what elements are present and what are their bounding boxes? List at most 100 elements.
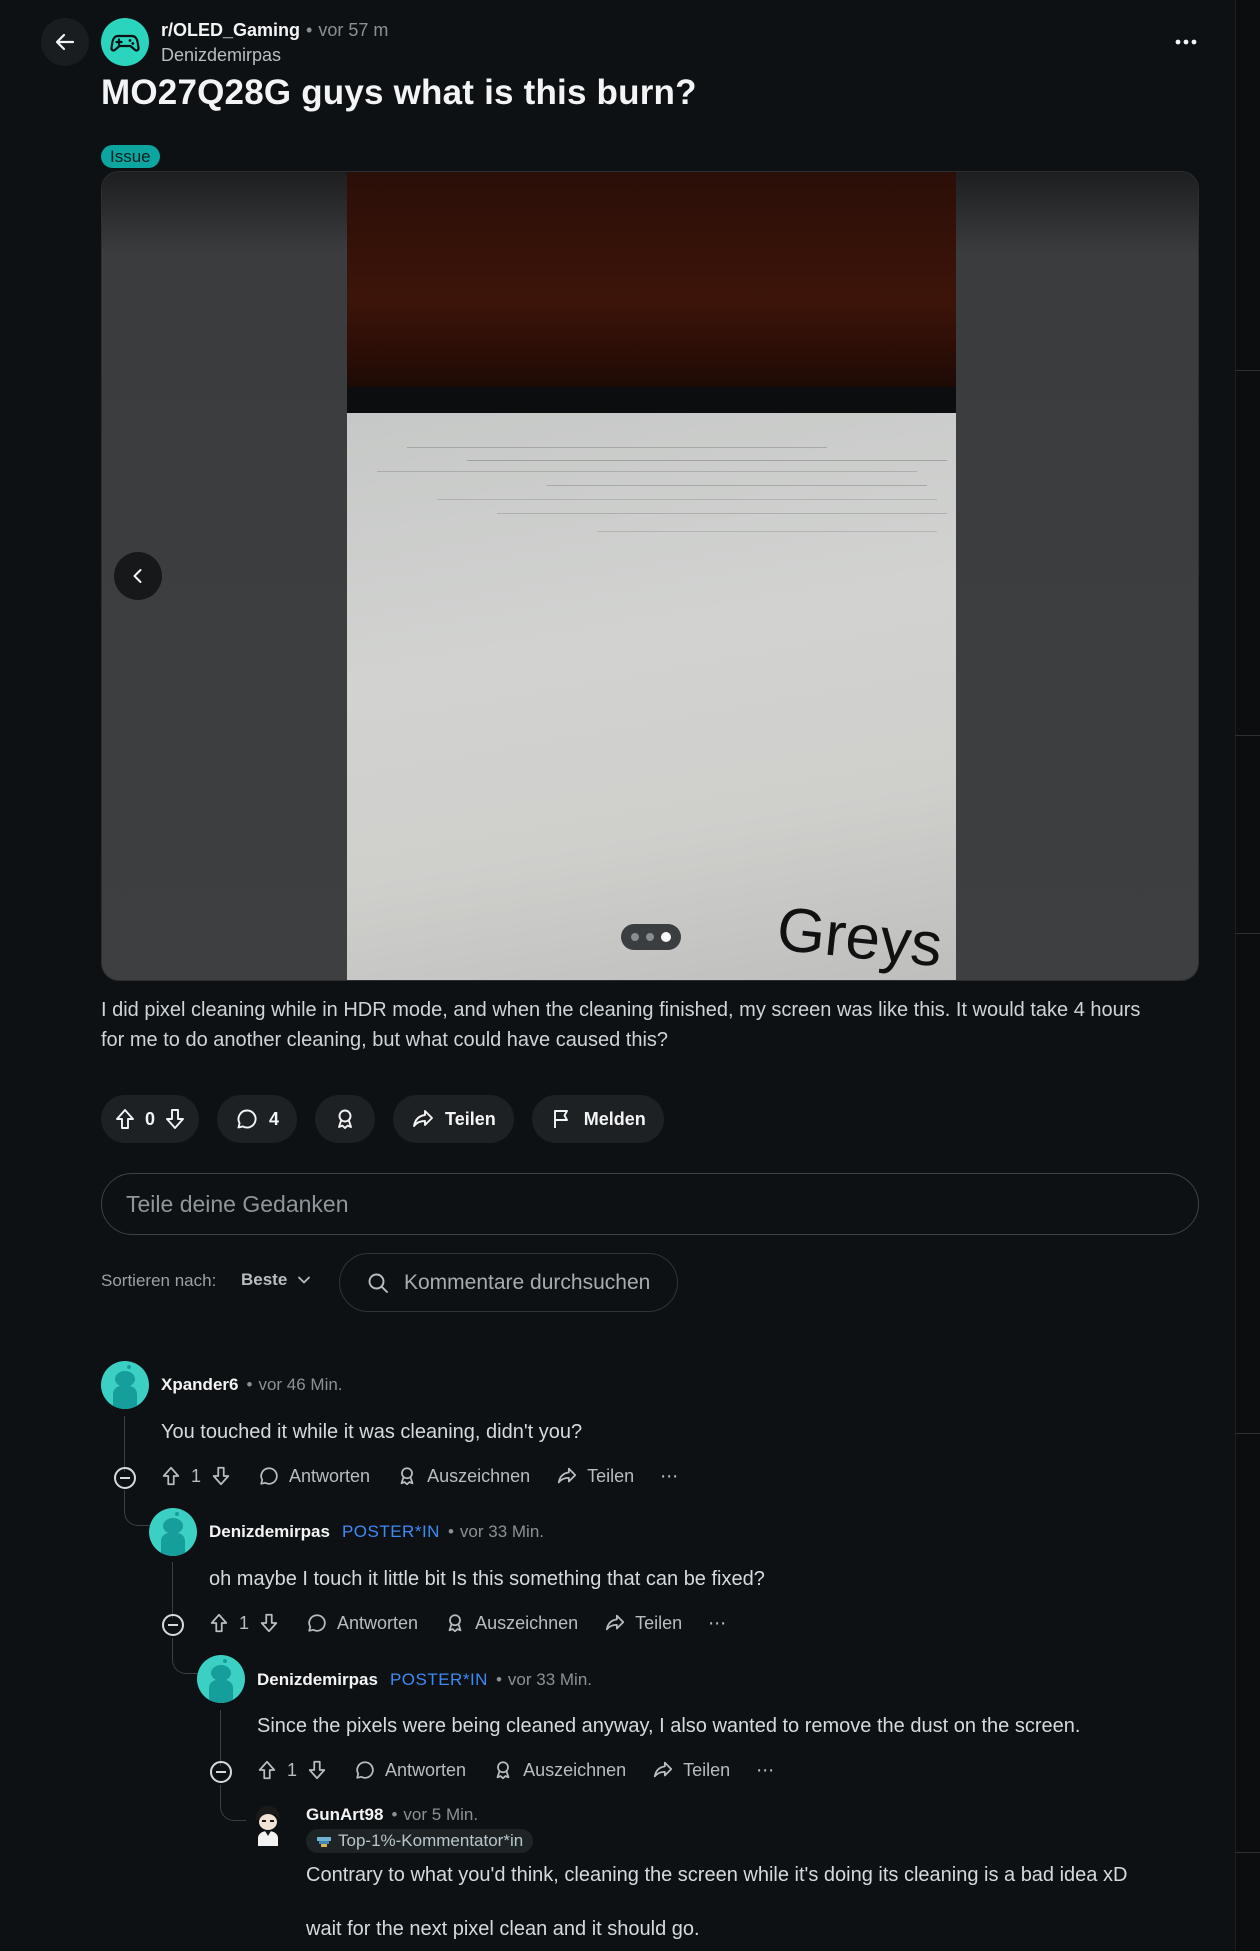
share-label: Teilen	[683, 1759, 731, 1780]
report-button[interactable]: Melden	[531, 1095, 664, 1143]
comment-time: vor 33 Min.	[507, 1670, 593, 1689]
comment-meta: Denizdemirpas POSTER*IN • vor 33 Min.	[257, 1670, 592, 1690]
rail-divider	[1235, 370, 1260, 371]
downvote-icon[interactable]	[306, 1759, 328, 1781]
award-button[interactable]	[315, 1095, 376, 1143]
gamepad-icon	[110, 34, 140, 52]
avatar[interactable]	[197, 1655, 245, 1703]
back-button[interactable]	[41, 18, 89, 66]
share-icon	[558, 1467, 577, 1484]
upvote-icon[interactable]	[113, 1107, 137, 1131]
meta-separator: •	[306, 20, 313, 40]
subreddit-name[interactable]: r/OLED_Gaming	[161, 20, 300, 41]
comments-button[interactable]: 4	[217, 1095, 298, 1143]
meta-separator: •	[495, 1670, 502, 1689]
comment-vote: 1	[256, 1759, 328, 1781]
chevron-down-icon	[298, 1276, 311, 1284]
gallery-dot[interactable]	[646, 933, 654, 941]
comment-vote: 1	[208, 1612, 280, 1634]
comment-count: 4	[269, 1108, 280, 1129]
share-button[interactable]: Teilen	[556, 1465, 634, 1487]
award-button[interactable]: Auszeichnen	[492, 1759, 626, 1781]
award-button[interactable]: Auszeichnen	[396, 1465, 530, 1487]
more-options-button[interactable]: ⋯	[660, 1466, 678, 1487]
post-flair[interactable]: Issue	[101, 145, 160, 168]
downvote-icon[interactable]	[258, 1612, 280, 1634]
reply-label: Antworten	[385, 1759, 467, 1780]
comment-icon	[356, 1761, 374, 1779]
photo-wall	[347, 172, 956, 387]
avatar[interactable]	[149, 1508, 197, 1556]
comment-actions: 1 Antworten Auszeichnen Teilen ⋯	[256, 1759, 774, 1781]
comment-time: vor 33 Min.	[459, 1522, 545, 1541]
post-time: vor 57 m	[318, 20, 389, 40]
comment-author[interactable]: GunArt98	[306, 1805, 383, 1825]
comment-text: Contrary to what you'd think, cleaning t…	[306, 1864, 1128, 1886]
share-button[interactable]: Teilen	[604, 1612, 682, 1634]
share-button[interactable]: Teilen	[652, 1759, 730, 1781]
comment-icon	[237, 1109, 257, 1129]
reply-label: Antworten	[289, 1465, 371, 1486]
vote-count: 1	[239, 1612, 250, 1633]
post-image: Greys	[347, 172, 956, 981]
downvote-icon[interactable]	[210, 1465, 232, 1487]
comment-text: Since the pixels were being cleaned anyw…	[257, 1715, 1081, 1737]
more-options-button[interactable]	[1170, 26, 1202, 58]
meta-separator: •	[391, 1805, 398, 1824]
award-button[interactable]: Auszeichnen	[444, 1612, 578, 1634]
comment-author[interactable]: Xpander6	[161, 1375, 238, 1395]
share-icon	[654, 1761, 673, 1778]
comment-input[interactable]	[126, 1190, 1198, 1218]
collapse-thread-button[interactable]	[162, 1614, 184, 1636]
share-label: Teilen	[635, 1612, 683, 1633]
thread-line	[124, 1416, 125, 1472]
top-commenter-badge[interactable]: Top-1%-Kommentator*in	[306, 1829, 534, 1853]
subreddit-avatar[interactable]	[101, 18, 149, 66]
more-horizontal-icon	[1175, 39, 1197, 45]
upvote-icon[interactable]	[208, 1612, 230, 1634]
sort-value: Beste	[241, 1270, 288, 1289]
avatar[interactable]	[101, 1361, 149, 1409]
award-label: Auszeichnen	[427, 1465, 531, 1486]
comment-author[interactable]: Denizdemirpas	[209, 1522, 330, 1542]
gallery-dot-active[interactable]	[661, 932, 671, 942]
reply-button[interactable]: Antworten	[306, 1612, 418, 1634]
gallery-prev-button[interactable]	[114, 552, 162, 600]
gallery-dot[interactable]	[631, 933, 639, 941]
reply-button[interactable]: Antworten	[258, 1465, 370, 1487]
comment-author[interactable]: Denizdemirpas	[257, 1670, 378, 1690]
upvote-icon[interactable]	[160, 1465, 182, 1487]
comment-time: vor 46 Min.	[258, 1375, 343, 1394]
comment-composer[interactable]	[101, 1173, 1199, 1235]
image-text: Greys	[773, 894, 946, 981]
vote-count: 1	[191, 1465, 202, 1486]
comment-search-input[interactable]	[404, 1270, 664, 1295]
reply-label: Antworten	[337, 1612, 419, 1633]
comment-actions: 1 Antworten Auszeichnen Teilen ⋯	[160, 1465, 678, 1487]
collapse-thread-button[interactable]	[210, 1761, 232, 1783]
badge-label: Top-1%-Kommentator*in	[338, 1831, 524, 1850]
award-icon	[496, 1761, 510, 1780]
reply-button[interactable]: Antworten	[354, 1759, 466, 1781]
award-icon	[400, 1467, 414, 1486]
sort-dropdown[interactable]: Beste	[241, 1270, 311, 1290]
comment-icon	[260, 1467, 278, 1485]
share-button[interactable]: Teilen	[393, 1095, 514, 1143]
comment-time: vor 5 Min.	[403, 1805, 479, 1824]
upvote-icon[interactable]	[256, 1759, 278, 1781]
comment-search[interactable]	[339, 1253, 678, 1312]
avatar-character-icon	[256, 1806, 280, 1846]
search-icon	[368, 1273, 388, 1293]
post-body: I did pixel cleaning while in HDR mode, …	[101, 995, 1211, 1055]
post-author[interactable]: Denizdemirpas	[161, 45, 281, 66]
more-options-button[interactable]: ⋯	[756, 1760, 774, 1781]
collapse-thread-button[interactable]	[114, 1467, 136, 1489]
rail-divider	[1235, 933, 1260, 934]
award-label: Auszeichnen	[523, 1759, 627, 1780]
thread-elbow	[124, 1490, 150, 1526]
more-options-button[interactable]: ⋯	[708, 1613, 726, 1634]
image-gallery[interactable]: Greys	[101, 171, 1199, 981]
downvote-icon[interactable]	[163, 1107, 187, 1131]
arrow-left-icon	[55, 33, 75, 51]
avatar[interactable]	[248, 1800, 288, 1848]
